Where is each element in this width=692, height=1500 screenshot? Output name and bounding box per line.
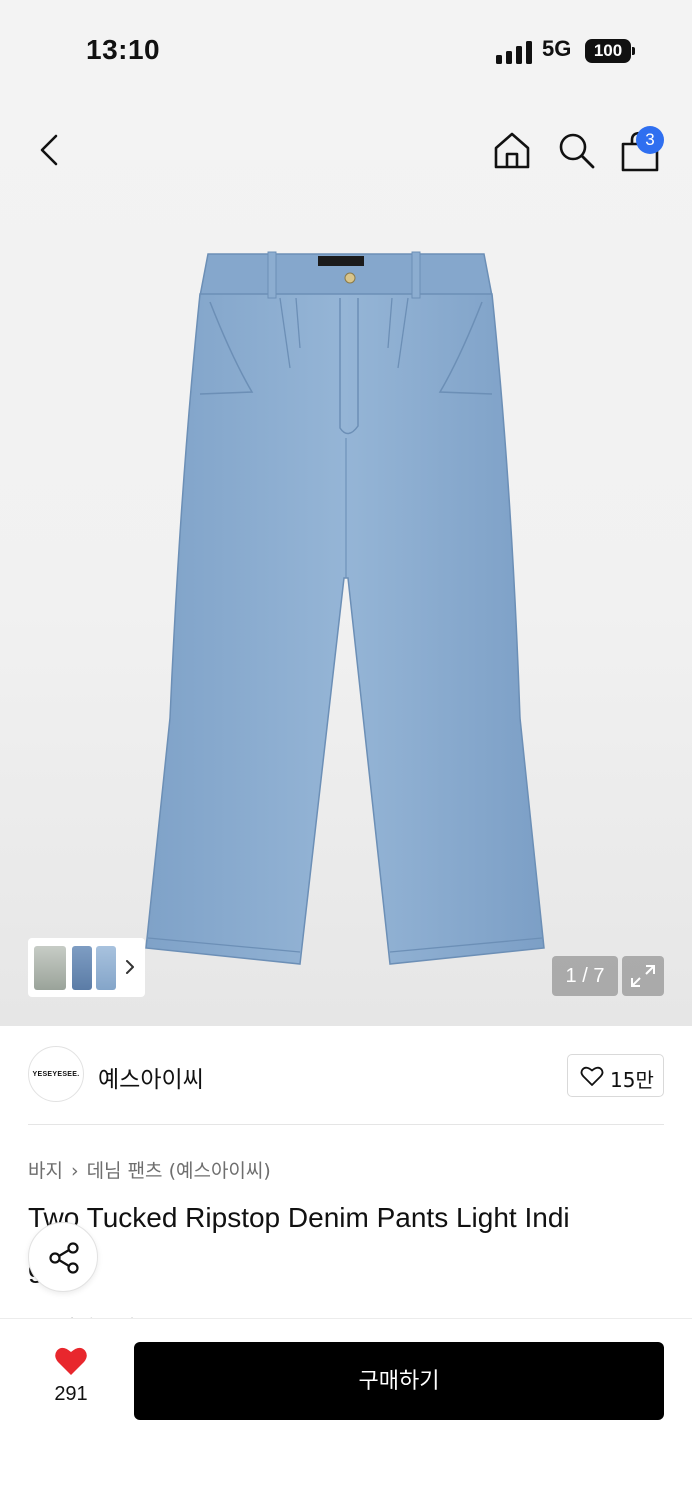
chevron-right-icon: › bbox=[70, 1160, 79, 1182]
heart-outline-icon bbox=[580, 1066, 604, 1086]
brand-name[interactable]: 예스아이씨 bbox=[98, 1060, 204, 1094]
status-time: 13:10 bbox=[86, 34, 161, 65]
brand-like-count: 15만 bbox=[610, 1068, 654, 1092]
breadcrumb-item[interactable]: 데님 팬츠 (예스아이씨) bbox=[87, 1160, 271, 1182]
product-image[interactable] bbox=[140, 248, 552, 972]
expand-icon bbox=[631, 965, 655, 987]
product-gallery[interactable]: 3 1 / 7 bbox=[0, 100, 692, 1026]
battery-icon: 100 bbox=[585, 39, 631, 63]
share-button[interactable] bbox=[28, 1222, 98, 1292]
breadcrumb: 바지 › 데님 팬츠 (예스아이씨) bbox=[28, 1156, 271, 1183]
image-pager: 1 / 7 bbox=[552, 956, 618, 996]
cart-count-badge: 3 bbox=[636, 126, 664, 154]
wishlist-button[interactable]: 291 bbox=[40, 1345, 102, 1415]
search-icon[interactable] bbox=[556, 130, 596, 170]
product-title: Two Tucked Ripstop Denim Pants Light Ind… bbox=[28, 1202, 570, 1233]
brand-logo[interactable]: YESEYESEE. bbox=[28, 1046, 84, 1102]
home-icon[interactable] bbox=[492, 130, 532, 170]
brand-like-button[interactable]: 15만 bbox=[567, 1054, 664, 1097]
thumbnail-image[interactable] bbox=[72, 946, 92, 990]
thumbnail-image[interactable] bbox=[34, 946, 66, 990]
share-icon bbox=[49, 1242, 79, 1274]
status-bar: 13:10 5G 100 bbox=[0, 0, 692, 100]
divider bbox=[28, 1124, 664, 1125]
expand-button[interactable] bbox=[622, 956, 664, 996]
breadcrumb-item[interactable]: 바지 bbox=[28, 1160, 63, 1182]
signal-icon bbox=[496, 40, 534, 64]
buy-button[interactable]: 구매하기 bbox=[134, 1342, 664, 1420]
bottom-action-bar: 291 구매하기 bbox=[0, 1318, 692, 1500]
battery-tip bbox=[632, 47, 635, 55]
network-type: 5G bbox=[542, 36, 572, 61]
thumbnail-image[interactable] bbox=[96, 946, 116, 990]
thumbnail-strip[interactable] bbox=[28, 938, 145, 997]
back-arrow-icon[interactable] bbox=[30, 130, 70, 170]
chevron-right-icon[interactable] bbox=[124, 958, 136, 976]
wishlist-count: 291 bbox=[54, 1383, 88, 1405]
brand-row[interactable]: YESEYESEE. 예스아이씨 15만 bbox=[0, 1026, 692, 1126]
heart-filled-icon bbox=[55, 1347, 87, 1375]
